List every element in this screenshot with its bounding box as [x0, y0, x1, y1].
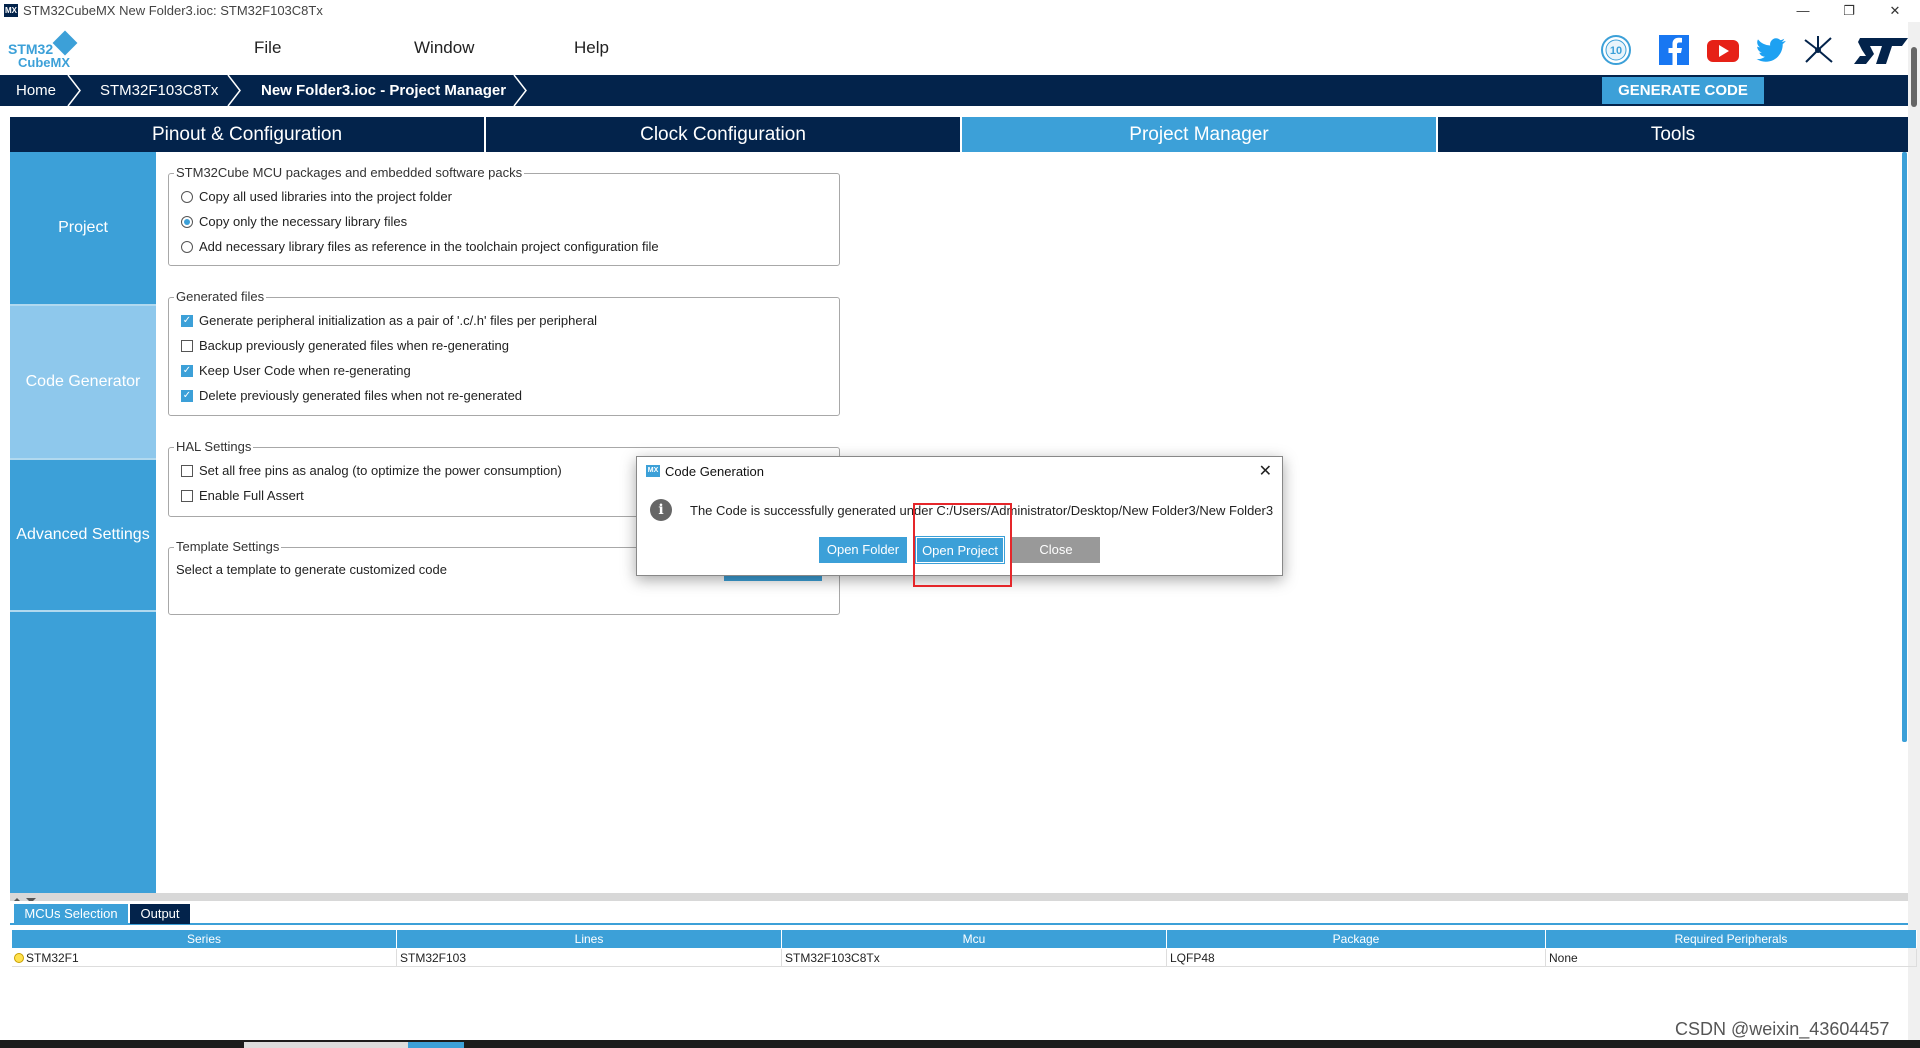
chevron-right-icon: [513, 75, 527, 106]
column-header[interactable]: Package: [1167, 930, 1546, 948]
radio-copy-all[interactable]: Copy all used libraries into the project…: [181, 189, 452, 204]
dialog-title: Code Generation: [665, 464, 765, 479]
menu-help[interactable]: Help: [574, 38, 609, 58]
content-scrollbar[interactable]: [1900, 152, 1908, 742]
facebook-icon[interactable]: [1656, 32, 1692, 68]
window-title: STM32CubeMX New Folder3.ioc: STM32F103C8…: [23, 3, 323, 18]
radio-button: [181, 215, 193, 228]
anniversary-badge-icon[interactable]: 10: [1598, 32, 1634, 68]
close-window-button[interactable]: ✕: [1872, 1, 1918, 21]
table-row[interactable]: STM32F1: [12, 949, 397, 967]
radio-copy-necessary[interactable]: Copy only the necessary library files: [181, 214, 407, 229]
app-icon: MX: [4, 4, 18, 17]
checkmark-icon: ✓: [181, 389, 193, 402]
column-header[interactable]: Series: [12, 930, 397, 948]
checkmark-icon: ✓: [181, 314, 193, 327]
checkbox-icon: [181, 339, 193, 352]
checkmark-icon: ✓: [181, 364, 193, 377]
tab-output[interactable]: Output: [130, 904, 190, 924]
radio-button: [181, 240, 193, 253]
close-button[interactable]: Close: [1012, 537, 1100, 563]
menu-bar: STM32 CubeMX File Window Help 10: [0, 22, 1920, 75]
main-tabs: Pinout & Configuration Clock Configurati…: [10, 117, 1908, 152]
svg-text:10: 10: [1610, 45, 1622, 57]
checkbox-delete-previous[interactable]: ✓ Delete previously generated files when …: [181, 388, 522, 403]
tab-tools[interactable]: Tools: [1438, 117, 1908, 152]
breadcrumb-home[interactable]: Home: [16, 82, 56, 99]
minimize-button[interactable]: —: [1780, 1, 1826, 21]
table-cell[interactable]: STM32F103: [397, 949, 782, 967]
chevron-right-icon: [227, 75, 241, 106]
checkbox-backup[interactable]: Backup previously generated files when r…: [181, 338, 509, 353]
table-cell[interactable]: STM32F103C8Tx: [782, 949, 1167, 967]
twitter-icon[interactable]: [1752, 32, 1788, 68]
st-logo-icon[interactable]: [1852, 32, 1910, 68]
checkbox-icon: [181, 489, 193, 502]
watermark: CSDN @weixin_43604457: [1675, 1019, 1890, 1039]
tab-clock-configuration[interactable]: Clock Configuration: [486, 117, 960, 152]
breadcrumb-project[interactable]: New Folder3.ioc - Project Manager: [261, 82, 506, 99]
checkbox-generate-pairs[interactable]: ✓ Generate peripheral initialization as a…: [181, 313, 597, 328]
column-header[interactable]: Mcu: [782, 930, 1167, 948]
open-folder-button[interactable]: Open Folder: [819, 537, 907, 563]
checkbox-free-pins-analog[interactable]: Set all free pins as analog (to optimize…: [181, 463, 562, 478]
generate-code-button[interactable]: GENERATE CODE: [1602, 77, 1764, 104]
group-title: STM32Cube MCU packages and embedded soft…: [174, 165, 525, 180]
network-icon[interactable]: [1800, 32, 1836, 68]
title-bar: MX STM32CubeMX New Folder3.ioc: STM32F10…: [0, 0, 1920, 22]
group-title: HAL Settings: [174, 439, 254, 454]
table-cell[interactable]: LQFP48: [1167, 949, 1546, 967]
checkbox-keep-user-code[interactable]: ✓ Keep User Code when re-generating: [181, 363, 411, 378]
table-cell[interactable]: None: [1546, 949, 1917, 967]
youtube-icon[interactable]: [1705, 32, 1741, 68]
radio-add-reference[interactable]: Add necessary library files as reference…: [181, 239, 659, 254]
radio-button: [181, 190, 193, 203]
template-description: Select a template to generate customized…: [176, 562, 447, 577]
checkbox-icon: [181, 464, 193, 477]
menu-file[interactable]: File: [254, 38, 281, 58]
column-header[interactable]: Required Peripherals: [1546, 930, 1917, 948]
window-scrollbar[interactable]: [1908, 22, 1920, 1048]
annotation-highlight-box: [913, 503, 1012, 587]
info-icon: i: [650, 499, 672, 521]
app-icon: MX: [646, 465, 660, 477]
column-header[interactable]: Lines: [397, 930, 782, 948]
checkbox-full-assert[interactable]: Enable Full Assert: [181, 488, 304, 503]
tab-project-manager[interactable]: Project Manager: [962, 117, 1436, 152]
group-title: Generated files: [174, 289, 267, 304]
tab-pinout-configuration[interactable]: Pinout & Configuration: [10, 117, 484, 152]
breadcrumb: Home STM32F103C8Tx New Folder3.ioc - Pro…: [0, 75, 1908, 106]
nav-advanced-settings[interactable]: Advanced Settings: [10, 460, 156, 610]
status-icon: [14, 953, 24, 963]
nav-code-generator[interactable]: Code Generator: [10, 306, 156, 458]
close-icon[interactable]: ✕: [1259, 461, 1272, 481]
packages-group: STM32Cube MCU packages and embedded soft…: [168, 165, 840, 266]
nav-project[interactable]: Project: [10, 152, 156, 304]
taskbar: [0, 1040, 1920, 1048]
restore-button[interactable]: ❐: [1826, 1, 1872, 21]
menu-window[interactable]: Window: [414, 38, 474, 58]
tab-mcus-selection[interactable]: MCUs Selection: [14, 904, 128, 924]
group-title: Template Settings: [174, 539, 282, 554]
generated-files-group: Generated files ✓ Generate peripheral ini…: [168, 289, 840, 416]
left-nav: Project Code Generator Advanced Settings: [10, 152, 156, 893]
stm32cubemx-logo: STM32 CubeMX: [8, 30, 83, 70]
panel-splitter[interactable]: [10, 893, 1908, 903]
breadcrumb-mcu[interactable]: STM32F103C8Tx: [100, 82, 218, 99]
chevron-right-icon: [67, 75, 81, 106]
bottom-tabs: MCUs Selection Output: [10, 901, 1908, 925]
